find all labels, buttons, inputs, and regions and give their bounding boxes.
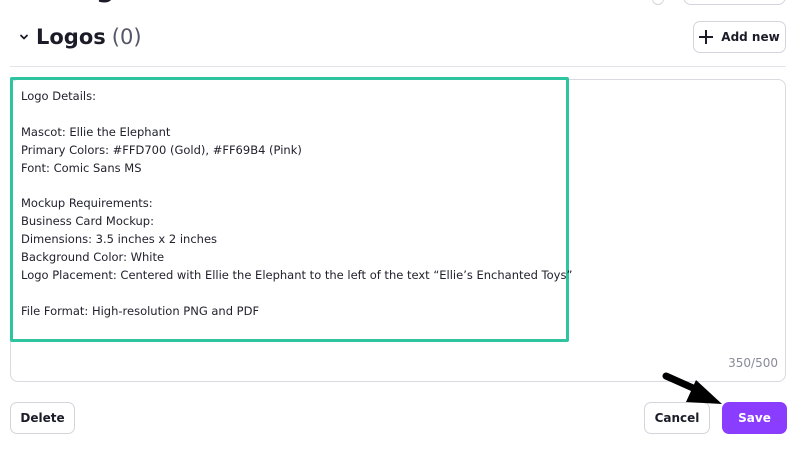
cropped-header-button[interactable]: [683, 0, 786, 5]
textarea-line: Logo Placement: Centered with Ellie the …: [21, 267, 573, 282]
section-divider: [10, 66, 786, 67]
textarea-line: Font: Comic Sans MS: [21, 160, 142, 175]
plus-icon: [699, 30, 714, 44]
delete-button[interactable]: Delete: [10, 402, 75, 434]
save-button[interactable]: Save: [722, 402, 787, 434]
textarea-blank-line: [21, 285, 561, 303]
chevron-down-icon[interactable]: [18, 31, 30, 43]
save-label: Save: [738, 411, 771, 425]
section-title-label: Logos: [36, 25, 106, 49]
textarea-line: Primary Colors: #FFD700 (Gold), #FF69B4 …: [21, 142, 302, 157]
textarea-line: Dimensions: 3.5 inches x 2 inches: [21, 232, 218, 247]
delete-label: Delete: [20, 411, 65, 425]
cropped-page-title: g: [96, 0, 130, 4]
textarea-blank-line: [21, 106, 561, 124]
arrow-pointer-icon: [662, 372, 722, 404]
logos-section-header: Logos (0): [0, 20, 800, 54]
textarea-line: Background Color: White: [21, 250, 165, 265]
cropped-header-button[interactable]: [652, 0, 664, 5]
add-new-label: Add new: [721, 30, 780, 44]
textarea-text[interactable]: Logo Details: Mascot: Ellie the Elephant P…: [21, 88, 573, 321]
add-new-button[interactable]: Add new: [693, 21, 786, 53]
textarea-line: Logo Details:: [21, 89, 96, 103]
character-count: 350/500: [728, 356, 778, 370]
section-title: Logos (0): [36, 22, 142, 52]
textarea-blank-line: [21, 177, 561, 195]
textarea-line: Mascot: Ellie the Elephant: [21, 124, 171, 139]
textarea-line: Mockup Requirements:: [21, 196, 153, 211]
section-count: (0): [111, 25, 142, 49]
cancel-label: Cancel: [654, 411, 700, 425]
textarea-line: File Format: High-resolution PNG and PDF: [21, 303, 260, 318]
brand-kit-page: g Logos(0) Add new Logo Details: Mascot: …: [0, 0, 800, 450]
textarea-line: Business Card Mockup:: [21, 214, 154, 229]
